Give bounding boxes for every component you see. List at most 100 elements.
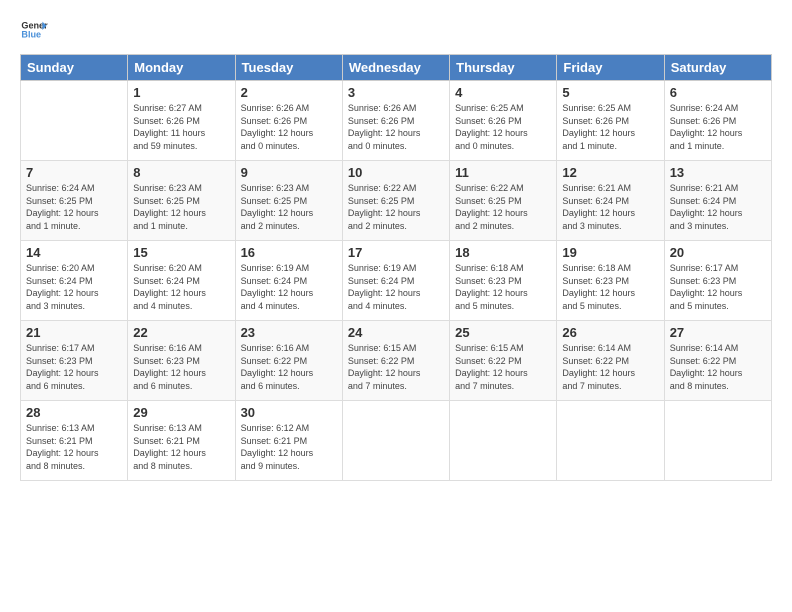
svg-text:Blue: Blue [21, 30, 41, 40]
calendar-cell: 12 Sunrise: 6:21 AMSunset: 6:24 PMDayligh… [557, 161, 664, 241]
day-info: Sunrise: 6:25 AMSunset: 6:26 PMDaylight:… [455, 102, 551, 152]
day-number: 15 [133, 245, 229, 260]
day-info: Sunrise: 6:21 AMSunset: 6:24 PMDaylight:… [562, 182, 658, 232]
day-number: 20 [670, 245, 766, 260]
day-info: Sunrise: 6:16 AMSunset: 6:23 PMDaylight:… [133, 342, 229, 392]
calendar-cell: 5 Sunrise: 6:25 AMSunset: 6:26 PMDaylight… [557, 81, 664, 161]
day-info: Sunrise: 6:21 AMSunset: 6:24 PMDaylight:… [670, 182, 766, 232]
day-number: 13 [670, 165, 766, 180]
day-number: 21 [26, 325, 122, 340]
day-info: Sunrise: 6:17 AMSunset: 6:23 PMDaylight:… [670, 262, 766, 312]
day-info: Sunrise: 6:18 AMSunset: 6:23 PMDaylight:… [455, 262, 551, 312]
day-info: Sunrise: 6:20 AMSunset: 6:24 PMDaylight:… [26, 262, 122, 312]
calendar-cell: 4 Sunrise: 6:25 AMSunset: 6:26 PMDaylight… [450, 81, 557, 161]
day-number: 19 [562, 245, 658, 260]
calendar-week-5: 28 Sunrise: 6:13 AMSunset: 6:21 PMDayligh… [21, 401, 772, 481]
calendar-cell [664, 401, 771, 481]
calendar-cell: 16 Sunrise: 6:19 AMSunset: 6:24 PMDayligh… [235, 241, 342, 321]
calendar-cell: 7 Sunrise: 6:24 AMSunset: 6:25 PMDaylight… [21, 161, 128, 241]
dow-header-sunday: Sunday [21, 55, 128, 81]
day-number: 6 [670, 85, 766, 100]
dow-header-tuesday: Tuesday [235, 55, 342, 81]
calendar-cell: 21Sunrise: 6:17 AMSunset: 6:23 PMDayligh… [21, 321, 128, 401]
calendar-cell: 1 Sunrise: 6:27 AMSunset: 6:26 PMDaylight… [128, 81, 235, 161]
day-info: Sunrise: 6:19 AMSunset: 6:24 PMDaylight:… [348, 262, 444, 312]
calendar-cell [21, 81, 128, 161]
day-number: 7 [26, 165, 122, 180]
calendar-cell: 26 Sunrise: 6:14 AMSunset: 6:22 PMDayligh… [557, 321, 664, 401]
day-info: Sunrise: 6:12 AMSunset: 6:21 PMDaylight:… [241, 422, 337, 472]
calendar-cell: 28 Sunrise: 6:13 AMSunset: 6:21 PMDayligh… [21, 401, 128, 481]
day-number: 5 [562, 85, 658, 100]
calendar-cell: 6 Sunrise: 6:24 AMSunset: 6:26 PMDaylight… [664, 81, 771, 161]
calendar-cell: 23Sunrise: 6:16 AMSunset: 6:22 PMDayligh… [235, 321, 342, 401]
day-info: Sunrise: 6:18 AMSunset: 6:23 PMDaylight:… [562, 262, 658, 312]
day-info: Sunrise: 6:24 AMSunset: 6:26 PMDaylight:… [670, 102, 766, 152]
calendar-cell: 29 Sunrise: 6:13 AMSunset: 6:21 PMDayligh… [128, 401, 235, 481]
day-of-week-header-row: SundayMondayTuesdayWednesdayThursdayFrid… [21, 55, 772, 81]
day-info: Sunrise: 6:13 AMSunset: 6:21 PMDaylight:… [133, 422, 229, 472]
day-number: 10 [348, 165, 444, 180]
calendar-cell: 11Sunrise: 6:22 AMSunset: 6:25 PMDayligh… [450, 161, 557, 241]
calendar-body: 1 Sunrise: 6:27 AMSunset: 6:26 PMDaylight… [21, 81, 772, 481]
calendar-cell: 18 Sunrise: 6:18 AMSunset: 6:23 PMDayligh… [450, 241, 557, 321]
day-info: Sunrise: 6:26 AMSunset: 6:26 PMDaylight:… [241, 102, 337, 152]
day-number: 22 [133, 325, 229, 340]
dow-header-saturday: Saturday [664, 55, 771, 81]
calendar-week-4: 21Sunrise: 6:17 AMSunset: 6:23 PMDayligh… [21, 321, 772, 401]
dow-header-friday: Friday [557, 55, 664, 81]
day-number: 24 [348, 325, 444, 340]
calendar-week-2: 7 Sunrise: 6:24 AMSunset: 6:25 PMDaylight… [21, 161, 772, 241]
logo: General Blue [20, 16, 48, 44]
calendar-cell: 10Sunrise: 6:22 AMSunset: 6:25 PMDayligh… [342, 161, 449, 241]
day-info: Sunrise: 6:14 AMSunset: 6:22 PMDaylight:… [562, 342, 658, 392]
calendar-cell: 27 Sunrise: 6:14 AMSunset: 6:22 PMDayligh… [664, 321, 771, 401]
day-info: Sunrise: 6:23 AMSunset: 6:25 PMDaylight:… [241, 182, 337, 232]
day-number: 18 [455, 245, 551, 260]
calendar-cell: 2Sunrise: 6:26 AMSunset: 6:26 PMDaylight… [235, 81, 342, 161]
calendar-cell: 24Sunrise: 6:15 AMSunset: 6:22 PMDayligh… [342, 321, 449, 401]
day-number: 30 [241, 405, 337, 420]
calendar-table: SundayMondayTuesdayWednesdayThursdayFrid… [20, 54, 772, 481]
day-info: Sunrise: 6:23 AMSunset: 6:25 PMDaylight:… [133, 182, 229, 232]
day-number: 4 [455, 85, 551, 100]
calendar-cell: 17 Sunrise: 6:19 AMSunset: 6:24 PMDayligh… [342, 241, 449, 321]
calendar-week-3: 14 Sunrise: 6:20 AMSunset: 6:24 PMDayligh… [21, 241, 772, 321]
calendar-cell: 20 Sunrise: 6:17 AMSunset: 6:23 PMDayligh… [664, 241, 771, 321]
calendar-cell: 14 Sunrise: 6:20 AMSunset: 6:24 PMDayligh… [21, 241, 128, 321]
day-number: 27 [670, 325, 766, 340]
calendar-cell: 15Sunrise: 6:20 AMSunset: 6:24 PMDayligh… [128, 241, 235, 321]
calendar-cell [450, 401, 557, 481]
calendar-cell: 25Sunrise: 6:15 AMSunset: 6:22 PMDayligh… [450, 321, 557, 401]
day-number: 8 [133, 165, 229, 180]
day-info: Sunrise: 6:22 AMSunset: 6:25 PMDaylight:… [455, 182, 551, 232]
dow-header-monday: Monday [128, 55, 235, 81]
calendar-cell [342, 401, 449, 481]
day-number: 29 [133, 405, 229, 420]
day-info: Sunrise: 6:27 AMSunset: 6:26 PMDaylight:… [133, 102, 229, 152]
calendar-cell: 30 Sunrise: 6:12 AMSunset: 6:21 PMDayligh… [235, 401, 342, 481]
day-info: Sunrise: 6:24 AMSunset: 6:25 PMDaylight:… [26, 182, 122, 232]
page-header: General Blue [20, 16, 772, 44]
day-number: 3 [348, 85, 444, 100]
day-info: Sunrise: 6:13 AMSunset: 6:21 PMDaylight:… [26, 422, 122, 472]
day-info: Sunrise: 6:25 AMSunset: 6:26 PMDaylight:… [562, 102, 658, 152]
calendar-cell: 19 Sunrise: 6:18 AMSunset: 6:23 PMDayligh… [557, 241, 664, 321]
day-info: Sunrise: 6:16 AMSunset: 6:22 PMDaylight:… [241, 342, 337, 392]
day-info: Sunrise: 6:15 AMSunset: 6:22 PMDaylight:… [455, 342, 551, 392]
day-number: 1 [133, 85, 229, 100]
day-number: 17 [348, 245, 444, 260]
day-number: 26 [562, 325, 658, 340]
day-number: 12 [562, 165, 658, 180]
day-number: 16 [241, 245, 337, 260]
calendar-cell [557, 401, 664, 481]
dow-header-wednesday: Wednesday [342, 55, 449, 81]
day-number: 14 [26, 245, 122, 260]
calendar-cell: 8 Sunrise: 6:23 AMSunset: 6:25 PMDaylight… [128, 161, 235, 241]
day-number: 28 [26, 405, 122, 420]
calendar-cell: 13 Sunrise: 6:21 AMSunset: 6:24 PMDayligh… [664, 161, 771, 241]
day-info: Sunrise: 6:19 AMSunset: 6:24 PMDaylight:… [241, 262, 337, 312]
day-number: 9 [241, 165, 337, 180]
day-info: Sunrise: 6:14 AMSunset: 6:22 PMDaylight:… [670, 342, 766, 392]
calendar-cell: 22 Sunrise: 6:16 AMSunset: 6:23 PMDayligh… [128, 321, 235, 401]
